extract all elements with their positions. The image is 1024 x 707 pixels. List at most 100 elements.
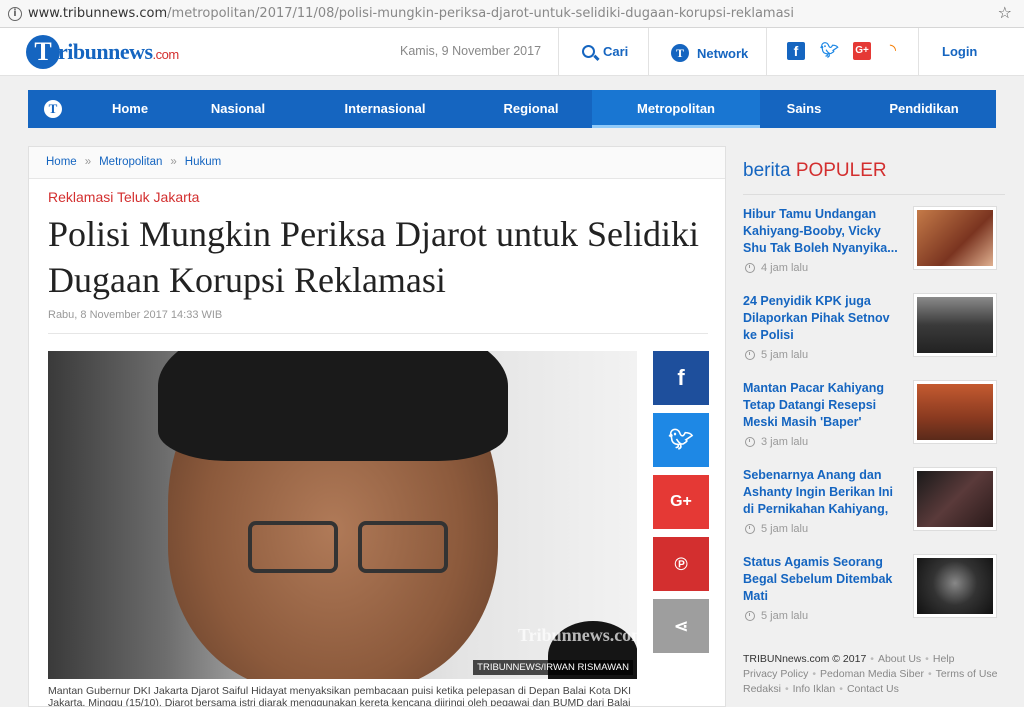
article-kicker[interactable]: Reklamasi Teluk Jakarta <box>48 189 199 205</box>
popular-heading: berita POPULER <box>743 160 1005 182</box>
popular-item-title[interactable]: Status Agamis Seorang Begal Sebelum Dite… <box>743 554 903 605</box>
nav-item-sains[interactable]: Sains <box>760 90 848 128</box>
facebook-icon: f <box>677 365 685 390</box>
popular-item-thumbnail[interactable] <box>913 206 997 270</box>
site-header: T ribunnews.com Kamis, 9 November 2017 C… <box>0 28 1024 76</box>
footer-link-iklan[interactable]: Info Iklan <box>793 683 836 695</box>
popular-item-title[interactable]: Sebenarnya Anang dan Ashanty Ingin Berik… <box>743 467 903 518</box>
footer-link-pedoman[interactable]: Pedoman Media Siber <box>820 668 924 680</box>
url-domain: www.tribunnews.com <box>28 6 168 21</box>
footer-link-terms[interactable]: Terms of Use <box>936 668 998 680</box>
network-button[interactable]: T Network <box>671 44 748 62</box>
footer-link-help[interactable]: Help <box>933 653 955 665</box>
nav-item-nasional[interactable]: Nasional <box>184 90 292 128</box>
site-logo[interactable]: T ribunnews.com <box>26 34 179 70</box>
logo-t-icon: T <box>26 35 60 69</box>
thumbnail-image <box>917 210 993 266</box>
footer-link-contact[interactable]: Contact Us <box>847 683 899 695</box>
network-label: Network <box>697 45 749 61</box>
nav-item-pendidikan[interactable]: Pendidikan <box>870 90 978 128</box>
nav-item-internasional[interactable]: Internasional <box>322 90 448 128</box>
sidebar-footer: TRIBUNnews.com © 2017 • About Us • Help Priv… <box>743 653 998 695</box>
twitter-icon[interactable]: 🐦︎ <box>820 42 839 60</box>
photo-credit: TRIBUNNEWS/IRWAN RISMAWAN <box>473 660 633 675</box>
photo-subject-hair <box>158 351 508 461</box>
popular-item-title[interactable]: Hibur Tamu Undangan Kahiyang-Booby, Vick… <box>743 206 903 257</box>
share-twitter-button[interactable]: 🐦︎ <box>653 413 709 467</box>
photo-watermark: Tribunnews.com <box>518 625 637 645</box>
publish-date: Rabu, 8 November 2017 14:33 WIB <box>48 309 223 321</box>
popular-item-time-text: 5 jam lalu <box>761 610 809 622</box>
main-nav: T Home Nasional Internasional Regional M… <box>28 90 996 128</box>
clock-icon <box>745 524 755 534</box>
search-button[interactable]: Cari <box>582 44 628 59</box>
popular-item-time: 4 jam lalu <box>745 262 808 274</box>
share-more-button[interactable]: ⋖ <box>653 599 709 653</box>
popular-item-time-text: 3 jam lalu <box>761 436 809 448</box>
breadcrumb-hukum[interactable]: Hukum <box>185 156 221 178</box>
url-path: /metropolitan/2017/11/08/polisi-mungkin-… <box>167 6 794 21</box>
header-divider <box>558 28 559 76</box>
popular-item[interactable]: 24 Penyidik KPK juga Dilaporkan Pihak Se… <box>743 293 1005 361</box>
popular-item-thumbnail[interactable] <box>913 467 997 531</box>
popular-item-time: 5 jam lalu <box>745 349 808 361</box>
popular-item[interactable]: Status Agamis Seorang Begal Sebelum Dite… <box>743 554 1005 622</box>
thumbnail-image <box>917 471 993 527</box>
breadcrumb-metropolitan[interactable]: Metropolitan <box>99 156 162 178</box>
photo-caption: Mantan Gubernur DKI Jakarta Djarot Saifu… <box>48 685 632 707</box>
clock-icon <box>745 437 755 447</box>
article-card: Home » Metropolitan » Hukum Reklamasi Te… <box>28 146 726 707</box>
nav-item-regional[interactable]: Regional <box>480 90 582 128</box>
popular-item-time: 5 jam lalu <box>745 610 808 622</box>
star-icon[interactable]: ☆ <box>998 3 1012 22</box>
thumbnail-image <box>917 558 993 614</box>
popular-item-title[interactable]: 24 Penyidik KPK juga Dilaporkan Pihak Se… <box>743 293 903 344</box>
header-divider <box>766 28 767 76</box>
footer-link-about[interactable]: About Us <box>878 653 921 665</box>
home-logo-icon[interactable]: T <box>44 100 62 118</box>
popular-heading-prefix: berita <box>743 160 791 181</box>
footer-brand: TRIBUNnews.com © 2017 <box>743 653 867 665</box>
photo-glasses <box>358 521 448 573</box>
breadcrumb-home[interactable]: Home <box>46 156 77 178</box>
footer-link-redaksi[interactable]: Redaksi <box>743 683 781 695</box>
divider <box>743 194 1005 195</box>
share-pinterest-button[interactable]: ℗ <box>653 537 709 591</box>
login-button[interactable]: Login <box>942 44 977 59</box>
header-divider <box>918 28 919 76</box>
clock-icon <box>745 611 755 621</box>
share-facebook-button[interactable]: f <box>653 351 709 405</box>
popular-item-thumbnail[interactable] <box>913 380 997 444</box>
address-bar[interactable]: i www.tribunnews.com/metropolitan/2017/1… <box>0 0 1024 28</box>
google-plus-icon[interactable]: G+ <box>853 42 871 60</box>
header-date: Kamis, 9 November 2017 <box>400 44 542 58</box>
popular-item-time-text: 5 jam lalu <box>761 523 809 535</box>
share-google-plus-button[interactable]: G+ <box>653 475 709 529</box>
photo-glasses <box>248 521 338 573</box>
breadcrumb: Home » Metropolitan » Hukum <box>29 147 725 179</box>
article-photo: Tribunnews.com TRIBUNNEWS/IRWAN RISMAWAN <box>48 351 637 679</box>
popular-item-title[interactable]: Mantan Pacar Kahiyang Tetap Datangi Rese… <box>743 380 903 431</box>
popular-item-thumbnail[interactable] <box>913 293 997 357</box>
logo-suffix: .com <box>152 47 180 62</box>
rss-icon[interactable]: ◝ <box>884 42 902 60</box>
nav-item-metropolitan[interactable]: Metropolitan <box>592 90 760 128</box>
popular-item[interactable]: Hibur Tamu Undangan Kahiyang-Booby, Vick… <box>743 206 1005 274</box>
popular-item-time-text: 5 jam lalu <box>761 349 809 361</box>
popular-item-time-text: 4 jam lalu <box>761 262 809 274</box>
logo-text: ribunnews.com <box>58 39 179 65</box>
divider <box>48 333 708 334</box>
clock-icon <box>745 263 755 273</box>
popular-item-time: 5 jam lalu <box>745 523 808 535</box>
search-icon <box>582 45 595 58</box>
header-divider <box>648 28 649 76</box>
footer-link-privacy[interactable]: Privacy Policy <box>743 668 808 680</box>
facebook-icon[interactable]: f <box>787 42 805 60</box>
url-text[interactable]: www.tribunnews.com/metropolitan/2017/11/… <box>28 6 794 21</box>
google-plus-icon: G+ <box>670 493 692 510</box>
popular-item[interactable]: Mantan Pacar Kahiyang Tetap Datangi Rese… <box>743 380 1005 448</box>
nav-item-home[interactable]: Home <box>86 90 174 128</box>
popular-item[interactable]: Sebenarnya Anang dan Ashanty Ingin Berik… <box>743 467 1005 535</box>
popular-item-thumbnail[interactable] <box>913 554 997 618</box>
info-icon[interactable]: i <box>8 7 22 21</box>
